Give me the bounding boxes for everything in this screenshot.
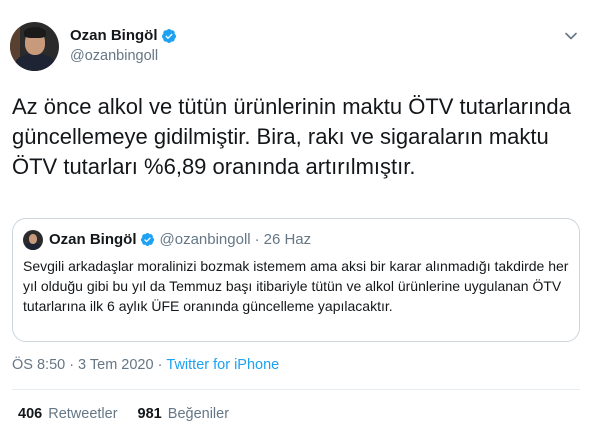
quoted-display-name: Ozan Bingöl [49,231,137,248]
tweet-card: Ozan Bingöl @ozanbingoll Az önce alkol v… [0,0,598,438]
avatar[interactable] [10,22,59,71]
tweet-time[interactable]: ÖS 8:50 [12,357,65,373]
tweet-source-link[interactable]: Twitter for iPhone [166,357,279,373]
likes-count: 981 [137,406,162,422]
quoted-date: 26 Haz [263,231,312,248]
tweet-date[interactable]: 3 Tem 2020 [78,357,154,373]
quoted-tweet[interactable]: Ozan Bingöl @ozanbingoll · 26 Haz Sevgil… [12,218,580,342]
tweet-stats: 406 Retweetler 981 Beğeniler [18,406,249,422]
tweet-text: Az önce alkol ve tütün ürünlerinin maktu… [12,94,571,179]
meta-dot: · [157,357,163,373]
author-name-row: Ozan Bingöl [70,27,177,44]
retweets-count: 406 [18,406,43,422]
likes-label: Beğeniler [167,406,230,422]
likes-stat[interactable]: 981 Beğeniler [138,406,230,422]
quoted-text: Sevgili arkadaşlar moralinizi bozmak ist… [23,258,569,314]
retweets-label: Retweetler [48,406,118,422]
quoted-avatar [23,230,43,250]
tweet-meta: ÖS 8:50 · 3 Tem 2020 · Twitter for iPhon… [12,357,279,373]
meta-dot: · [69,357,75,373]
verified-badge-icon [161,28,176,43]
chevron-down-icon[interactable] [564,29,578,43]
author-handle[interactable]: @ozanbingoll [70,48,158,64]
verified-badge-icon [140,232,154,247]
divider [12,389,580,390]
quoted-separator: · [254,231,260,248]
quoted-header: Ozan Bingöl @ozanbingoll · 26 Haz [49,231,311,248]
retweets-stat[interactable]: 406 Retweetler [18,406,118,422]
quoted-handle: @ozanbingoll [159,231,251,248]
author-display-name[interactable]: Ozan Bingöl [70,27,158,44]
